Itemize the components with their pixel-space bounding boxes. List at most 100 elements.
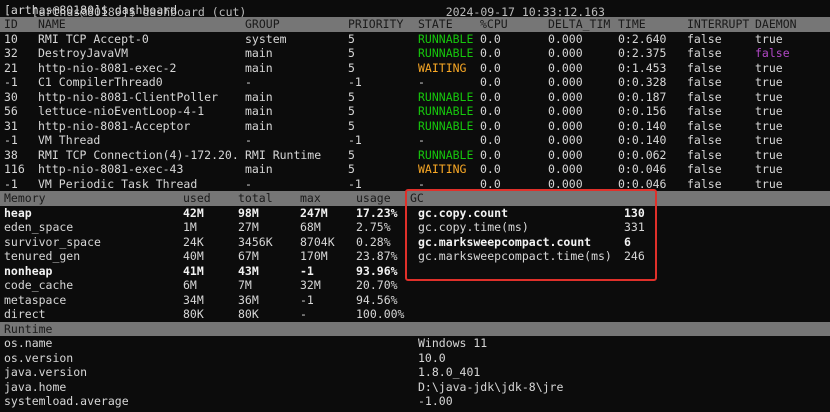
runtime-value-cell: 1.8.0_401 <box>418 365 481 379</box>
memory-usage-cell: 23.87% <box>356 249 398 263</box>
runtime-key-cell: java.home <box>4 379 67 394</box>
memory-col-header: total <box>238 191 273 205</box>
gc-value: 331 <box>624 220 645 234</box>
thread-id-cell: 38 <box>4 147 18 162</box>
thread-interrupt-cell: false <box>687 147 722 162</box>
thread-interrupt-cell: false <box>687 162 722 176</box>
thread-time-cell: 0:1.453 <box>618 60 667 75</box>
thread-id-cell: 21 <box>4 60 18 75</box>
thread-cpu-cell: 0.0 <box>480 75 501 89</box>
thread-group-cell: main <box>245 118 273 133</box>
runtime-key-cell: os.name <box>4 336 53 350</box>
thread-time-cell: 0:2.640 <box>618 31 667 46</box>
thread-priority-cell: -1 <box>348 133 362 147</box>
thread-interrupt-cell: false <box>687 89 722 104</box>
memory-max-cell: - <box>300 307 307 321</box>
thread-row: 10 RMI TCP Accept-0 system 5 RUNNABLE 0.0 0.00… <box>0 32 830 47</box>
thread-col-header: NAME <box>38 17 66 31</box>
thread-priority-cell: 5 <box>348 104 355 118</box>
thread-col-header: DAEMON <box>755 17 797 31</box>
thread-col-header: GROUP <box>245 17 280 31</box>
runtime-row: java.home D:\java-jdk\jdk-8\jre <box>0 380 830 395</box>
runtime-row: java.version 1.8.0_401 <box>0 365 830 380</box>
thread-id-cell: 10 <box>4 31 18 46</box>
thread-delta-cell: 0.000 <box>548 46 583 60</box>
thread-cpu-cell: 0.0 <box>480 104 501 118</box>
memory-max-cell: 8704K <box>300 234 335 249</box>
thread-id-cell: 32 <box>4 46 18 60</box>
memory-used-cell: 41M <box>183 263 204 278</box>
memory-usage-cell: 93.96% <box>356 263 398 278</box>
thread-time-cell: 0:0.140 <box>618 118 667 133</box>
runtime-row: os.version 10.0 <box>0 351 830 366</box>
thread-delta-cell: 0.000 <box>548 31 583 46</box>
thread-priority-cell: 5 <box>348 118 355 133</box>
thread-name-cell: lettuce-nioEventLoop-4-1 <box>38 104 205 118</box>
thread-interrupt-cell: false <box>687 104 722 118</box>
thread-state-cell: RUNNABLE <box>418 46 474 60</box>
thread-cpu-cell: 0.0 <box>480 147 501 162</box>
thread-row: -1 C1 CompilerThread0 - -1 - 0.0 0.000 0:0.328 f… <box>0 75 830 90</box>
memory-name-cell: metaspace <box>4 292 67 307</box>
memory-row: eden_space 1M 27M 68M 2.75% <box>0 220 410 235</box>
thread-interrupt-cell: false <box>687 133 722 147</box>
memory-used-cell: 34M <box>183 292 204 307</box>
thread-state-cell: RUNNABLE <box>418 31 474 46</box>
thread-col-header: TIME <box>618 17 646 31</box>
thread-row: 38 RMI TCP Connection(4)-172.20. RMI Runti… <box>0 148 830 163</box>
thread-id-cell: -1 <box>4 176 18 191</box>
memory-name-cell: direct <box>4 307 46 321</box>
memory-row: survivor_space 24K 3456K 8704K 0.28% <box>0 235 410 250</box>
memory-name-cell: nonheap <box>4 263 53 278</box>
gc-key: gc.copy.count <box>418 205 509 220</box>
memory-col-header: max <box>300 191 321 205</box>
thread-priority-cell: 5 <box>348 147 355 162</box>
thread-daemon-cell: true <box>755 118 783 133</box>
thread-state-cell: RUNNABLE <box>418 89 474 104</box>
thread-time-cell: 0:0.140 <box>618 133 667 147</box>
thread-time-cell: 0:0.046 <box>618 176 667 191</box>
thread-row: 56 lettuce-nioEventLoop-4-1 main 5 RUNNABLE 0… <box>0 104 830 119</box>
thread-daemon-cell: false <box>755 46 790 60</box>
thread-name-cell: C1 CompilerThread0 <box>38 75 163 89</box>
thread-group-cell: main <box>245 104 273 118</box>
thread-state-cell: WAITING <box>418 60 467 75</box>
memory-max-cell: -1 <box>300 292 314 307</box>
thread-daemon-cell: true <box>755 89 783 104</box>
thread-daemon-cell: true <box>755 31 783 46</box>
thread-interrupt-cell: false <box>687 31 722 46</box>
thread-col-header: DELTA_TIM <box>548 17 611 31</box>
memory-usage-cell: 2.75% <box>356 220 391 234</box>
memory-name-cell: code_cache <box>4 278 74 292</box>
thread-time-cell: 0:0.156 <box>618 104 667 118</box>
thread-row: 30 http-nio-8081-ClientPoller main 5 RUNNABL… <box>0 90 830 105</box>
thread-row: 31 http-nio-8081-Acceptor main 5 RUNNABLE 0.0… <box>0 119 830 134</box>
thread-name-cell: http-nio-8081-ClientPoller <box>38 89 219 104</box>
thread-delta-cell: 0.000 <box>548 176 583 191</box>
thread-delta-cell: 0.000 <box>548 104 583 118</box>
memory-used-cell: 40M <box>183 249 204 263</box>
thread-priority-cell: -1 <box>348 176 362 191</box>
thread-priority-cell: 5 <box>348 31 355 46</box>
thread-name-cell: http-nio-8081-exec-43 <box>38 162 184 176</box>
thread-interrupt-cell: false <box>687 118 722 133</box>
memory-used-cell: 6M <box>183 278 197 292</box>
memory-usage-cell: 0.28% <box>356 234 391 249</box>
thread-cpu-cell: 0.0 <box>480 118 501 133</box>
thread-name-cell: VM Thread <box>38 133 101 147</box>
thread-cpu-cell: 0.0 <box>480 60 501 75</box>
thread-interrupt-cell: false <box>687 46 722 60</box>
memory-total-cell: 98M <box>238 205 259 220</box>
thread-daemon-cell: true <box>755 133 783 147</box>
memory-total-cell: 67M <box>238 249 259 263</box>
memory-col-header: used <box>183 191 211 205</box>
gc-key: gc.marksweepcompact.count <box>418 234 592 249</box>
gc-value: 6 <box>624 234 631 249</box>
command-prompt: [arthas@80180]$ dashboard <box>4 3 178 17</box>
thread-name-cell: DestroyJavaVM <box>38 46 129 60</box>
memory-usage-cell: 17.23% <box>356 205 398 220</box>
gc-value: 130 <box>624 205 645 220</box>
memory-used-cell: 80K <box>183 307 204 321</box>
thread-row: -1 VM Periodic Task Thread - -1 - 0.0 0.000 0:0… <box>0 177 830 192</box>
memory-used-cell: 24K <box>183 234 204 249</box>
